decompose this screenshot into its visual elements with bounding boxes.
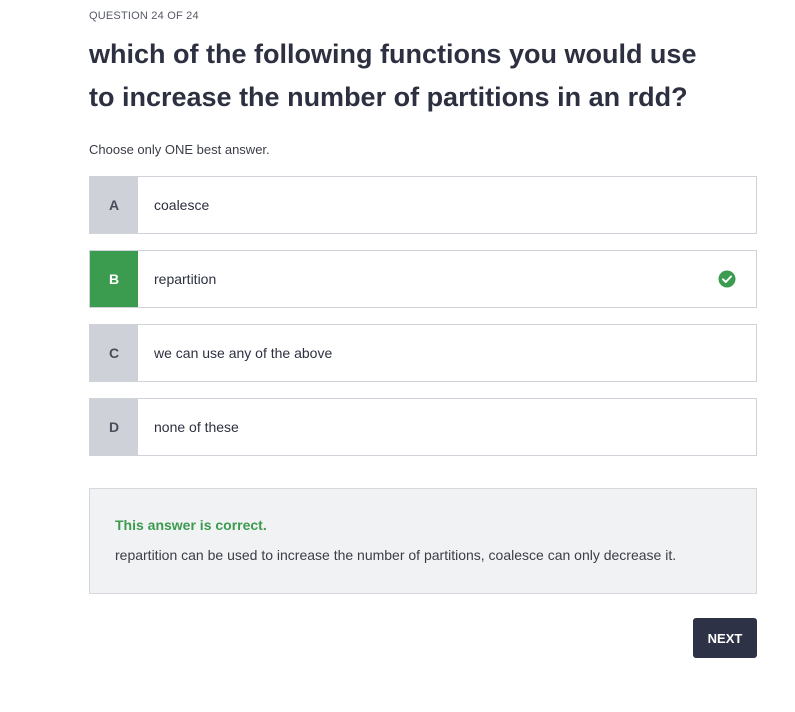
option-letter: C (90, 325, 138, 381)
answer-options: A coalesce B repartition C we can use an… (89, 176, 757, 472)
option-text: none of these (154, 419, 239, 435)
option-text: repartition (154, 271, 217, 287)
option-c[interactable]: C we can use any of the above (89, 324, 757, 382)
option-b[interactable]: B repartition (89, 250, 757, 308)
next-button[interactable]: NEXT (693, 618, 757, 658)
check-circle-icon (718, 270, 736, 288)
answer-feedback-panel: This answer is correct. repartition can … (89, 488, 757, 594)
feedback-title: This answer is correct. (115, 517, 267, 533)
option-text: coalesce (154, 197, 210, 213)
option-a[interactable]: A coalesce (89, 176, 757, 234)
option-letter: D (90, 399, 138, 455)
option-d[interactable]: D none of these (89, 398, 757, 456)
question-counter: QUESTION 24 OF 24 (89, 10, 199, 22)
option-text: we can use any of the above (154, 345, 333, 361)
feedback-explanation: repartition can be used to increase the … (115, 547, 677, 563)
quiz-page: QUESTION 24 OF 24 which of the following… (0, 0, 795, 712)
answer-instruction: Choose only ONE best answer. (89, 142, 270, 157)
option-letter: B (90, 251, 138, 307)
question-title: which of the following functions you wou… (89, 39, 697, 112)
option-letter: A (90, 177, 138, 233)
